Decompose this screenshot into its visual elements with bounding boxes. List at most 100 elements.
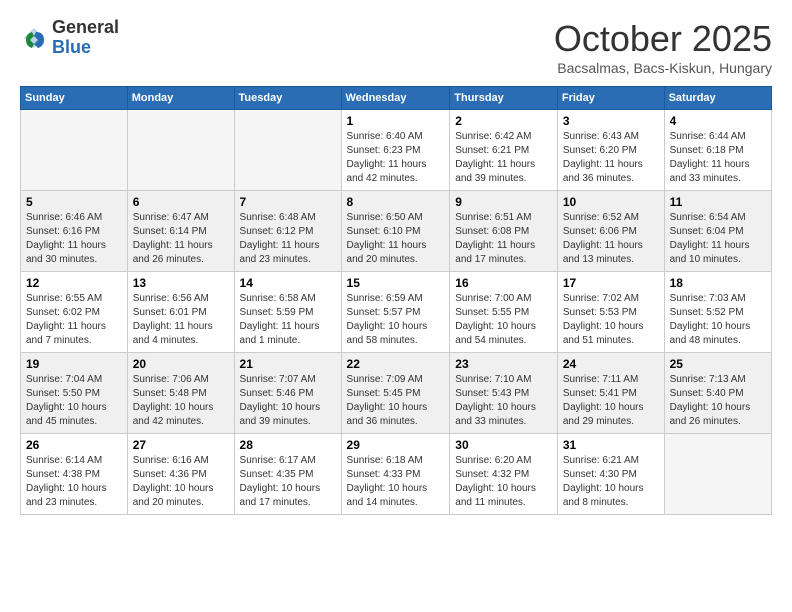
day-info: Sunrise: 6:52 AMSunset: 6:06 PMDaylight:… (563, 211, 659, 267)
table-row (127, 110, 234, 191)
table-row: 31 Sunrise: 6:21 AMSunset: 4:30 PMDayligh… (557, 434, 664, 515)
day-info: Sunrise: 7:13 AMSunset: 5:40 PMDaylight:… (670, 373, 766, 429)
day-info: Sunrise: 6:14 AMSunset: 4:38 PMDaylight:… (26, 454, 122, 510)
day-info: Sunrise: 6:58 AMSunset: 5:59 PMDaylight:… (240, 292, 336, 348)
day-info: Sunrise: 6:47 AMSunset: 6:14 PMDaylight:… (133, 211, 229, 267)
table-row: 8Sunrise: 6:50 AMSunset: 6:10 PMDaylight… (341, 191, 450, 272)
calendar-week-row: 12Sunrise: 6:55 AMSunset: 6:02 PMDayligh… (21, 272, 772, 353)
table-row: 26 Sunrise: 6:14 AMSunset: 4:38 PMDayligh… (21, 434, 128, 515)
day-number: 5 (26, 195, 122, 209)
day-number: 18 (670, 276, 766, 290)
day-info: Sunrise: 6:21 AMSunset: 4:30 PMDaylight:… (563, 454, 659, 510)
day-number: 6 (133, 195, 229, 209)
table-row: 7Sunrise: 6:48 AMSunset: 6:12 PMDaylight… (234, 191, 341, 272)
table-row: 21 Sunrise: 7:07 AMSunset: 5:46 PMDayligh… (234, 353, 341, 434)
table-row: 27 Sunrise: 6:16 AMSunset: 4:36 PMDayligh… (127, 434, 234, 515)
day-number: 21 (240, 357, 336, 371)
day-number: 11 (670, 195, 766, 209)
day-info: Sunrise: 6:17 AMSunset: 4:35 PMDaylight:… (240, 454, 336, 510)
table-row: 23Sunrise: 7:10 AMSunset: 5:43 PMDayligh… (450, 353, 558, 434)
table-row: 12Sunrise: 6:55 AMSunset: 6:02 PMDayligh… (21, 272, 128, 353)
day-info: Sunrise: 7:11 AMSunset: 5:41 PMDaylight:… (563, 373, 659, 429)
day-info: Sunrise: 6:42 AMSunset: 6:21 PMDaylight:… (455, 130, 552, 186)
col-thursday: Thursday (450, 87, 558, 110)
day-info: Sunrise: 6:43 AMSunset: 6:20 PMDaylight:… (563, 130, 659, 186)
table-row: 19 Sunrise: 7:04 AMSunset: 5:50 PMDayligh… (21, 353, 128, 434)
day-number: 20 (133, 357, 229, 371)
day-number: 17 (563, 276, 659, 290)
page-header: General Blue October 2025 Bacsalmas, Bac… (20, 18, 772, 76)
day-info: Sunrise: 6:59 AMSunset: 5:57 PMDaylight:… (347, 292, 445, 348)
day-number: 23 (455, 357, 552, 371)
col-friday: Friday (557, 87, 664, 110)
day-number: 13 (133, 276, 229, 290)
table-row (234, 110, 341, 191)
table-row: 29Sunrise: 6:18 AMSunset: 4:33 PMDayligh… (341, 434, 450, 515)
table-row: 6 Sunrise: 6:47 AMSunset: 6:14 PMDaylight… (127, 191, 234, 272)
day-number: 25 (670, 357, 766, 371)
day-info: Sunrise: 6:56 AMSunset: 6:01 PMDaylight:… (133, 292, 229, 348)
day-number: 10 (563, 195, 659, 209)
day-number: 14 (240, 276, 336, 290)
day-info: Sunrise: 7:09 AMSunset: 5:45 PMDaylight:… (347, 373, 445, 429)
logo-text: General Blue (52, 18, 119, 58)
day-info: Sunrise: 6:16 AMSunset: 4:36 PMDaylight:… (133, 454, 229, 510)
calendar-week-row: 19 Sunrise: 7:04 AMSunset: 5:50 PMDayligh… (21, 353, 772, 434)
month-title: October 2025 (554, 18, 772, 60)
logo-general-text: General (52, 18, 119, 38)
day-number: 31 (563, 438, 659, 452)
day-number: 29 (347, 438, 445, 452)
day-number: 3 (563, 114, 659, 128)
calendar-week-row: 1 Sunrise: 6:40 AMSunset: 6:23 PMDaylight… (21, 110, 772, 191)
day-number: 27 (133, 438, 229, 452)
day-info: Sunrise: 6:46 AMSunset: 6:16 PMDaylight:… (26, 211, 122, 267)
col-saturday: Saturday (664, 87, 771, 110)
day-info: Sunrise: 7:00 AMSunset: 5:55 PMDaylight:… (455, 292, 552, 348)
table-row: 24Sunrise: 7:11 AMSunset: 5:41 PMDayligh… (557, 353, 664, 434)
col-monday: Monday (127, 87, 234, 110)
day-info: Sunrise: 6:44 AMSunset: 6:18 PMDaylight:… (670, 130, 766, 186)
day-number: 9 (455, 195, 552, 209)
table-row: 15 Sunrise: 6:59 AMSunset: 5:57 PMDayligh… (341, 272, 450, 353)
day-number: 22 (347, 357, 445, 371)
location-text: Bacsalmas, Bacs-Kiskun, Hungary (554, 60, 772, 76)
day-number: 1 (347, 114, 445, 128)
table-row (21, 110, 128, 191)
table-row: 30Sunrise: 6:20 AMSunset: 4:32 PMDayligh… (450, 434, 558, 515)
table-row: 25 Sunrise: 7:13 AMSunset: 5:40 PMDayligh… (664, 353, 771, 434)
day-info: Sunrise: 6:20 AMSunset: 4:32 PMDaylight:… (455, 454, 552, 510)
col-sunday: Sunday (21, 87, 128, 110)
day-info: Sunrise: 6:51 AMSunset: 6:08 PMDaylight:… (455, 211, 552, 267)
day-info: Sunrise: 7:03 AMSunset: 5:52 PMDaylight:… (670, 292, 766, 348)
day-info: Sunrise: 7:02 AMSunset: 5:53 PMDaylight:… (563, 292, 659, 348)
day-number: 19 (26, 357, 122, 371)
table-row: 9 Sunrise: 6:51 AMSunset: 6:08 PMDaylight… (450, 191, 558, 272)
table-row: 5 Sunrise: 6:46 AMSunset: 6:16 PMDaylight… (21, 191, 128, 272)
col-wednesday: Wednesday (341, 87, 450, 110)
title-area: October 2025 Bacsalmas, Bacs-Kiskun, Hun… (554, 18, 772, 76)
day-info: Sunrise: 6:40 AMSunset: 6:23 PMDaylight:… (347, 130, 445, 186)
table-row: 10 Sunrise: 6:52 AMSunset: 6:06 PMDayligh… (557, 191, 664, 272)
calendar-table: Sunday Monday Tuesday Wednesday Thursday… (20, 86, 772, 515)
table-row: 22 Sunrise: 7:09 AMSunset: 5:45 PMDayligh… (341, 353, 450, 434)
table-row: 13 Sunrise: 6:56 AMSunset: 6:01 PMDayligh… (127, 272, 234, 353)
table-row: 16Sunrise: 7:00 AMSunset: 5:55 PMDayligh… (450, 272, 558, 353)
table-row: 20Sunrise: 7:06 AMSunset: 5:48 PMDayligh… (127, 353, 234, 434)
table-row: 2 Sunrise: 6:42 AMSunset: 6:21 PMDaylight… (450, 110, 558, 191)
day-info: Sunrise: 6:48 AMSunset: 6:12 PMDaylight:… (240, 211, 336, 267)
day-number: 15 (347, 276, 445, 290)
logo-icon (20, 24, 48, 52)
col-tuesday: Tuesday (234, 87, 341, 110)
logo: General Blue (20, 18, 119, 58)
table-row: 18 Sunrise: 7:03 AMSunset: 5:52 PMDayligh… (664, 272, 771, 353)
table-row: 28Sunrise: 6:17 AMSunset: 4:35 PMDayligh… (234, 434, 341, 515)
day-number: 26 (26, 438, 122, 452)
day-info: Sunrise: 7:07 AMSunset: 5:46 PMDaylight:… (240, 373, 336, 429)
day-number: 2 (455, 114, 552, 128)
day-info: Sunrise: 7:04 AMSunset: 5:50 PMDaylight:… (26, 373, 122, 429)
day-info: Sunrise: 6:50 AMSunset: 6:10 PMDaylight:… (347, 211, 445, 267)
table-row: 14 Sunrise: 6:58 AMSunset: 5:59 PMDayligh… (234, 272, 341, 353)
table-row: 1 Sunrise: 6:40 AMSunset: 6:23 PMDaylight… (341, 110, 450, 191)
logo-blue-text: Blue (52, 38, 119, 58)
table-row: 3 Sunrise: 6:43 AMSunset: 6:20 PMDaylight… (557, 110, 664, 191)
